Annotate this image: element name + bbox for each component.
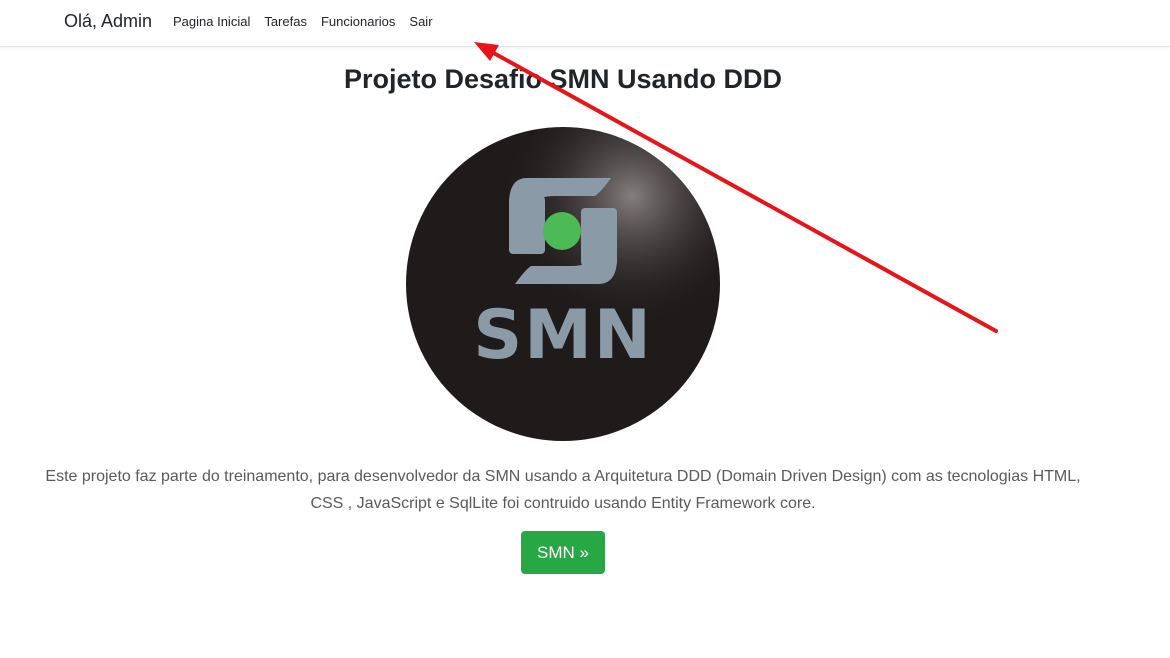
nav-link-sair[interactable]: Sair	[402, 14, 439, 29]
logo-green-dot	[543, 212, 581, 250]
nav-item-pagina-inicial: Pagina Inicial	[166, 14, 257, 29]
page-title: Projeto Desafio SMN Usando DDD	[343, 64, 783, 94]
project-description: Este projeto faz parte do treinamento, p…	[45, 468, 1081, 512]
nav-link-tarefas[interactable]: Tarefas	[257, 14, 314, 29]
nav-link-funcionarios[interactable]: Funcionarios	[314, 14, 402, 29]
nav-item-tarefas: Tarefas	[257, 14, 314, 29]
nav-item-funcionarios: Funcionarios	[314, 14, 402, 29]
nav-item-sair: Sair	[402, 14, 439, 29]
smn-button[interactable]: SMN »	[521, 531, 605, 574]
logo-text: SMN	[473, 296, 653, 375]
nav-link-pagina-inicial[interactable]: Pagina Inicial	[166, 14, 257, 29]
nav-links: Pagina Inicial Tarefas Funcionarios Sair	[166, 14, 440, 29]
navbar-brand[interactable]: Olá, Admin	[64, 11, 152, 32]
smn-logo: SMN	[406, 127, 720, 441]
top-navbar: Olá, Admin Pagina Inicial Tarefas Funcio…	[0, 0, 1170, 47]
